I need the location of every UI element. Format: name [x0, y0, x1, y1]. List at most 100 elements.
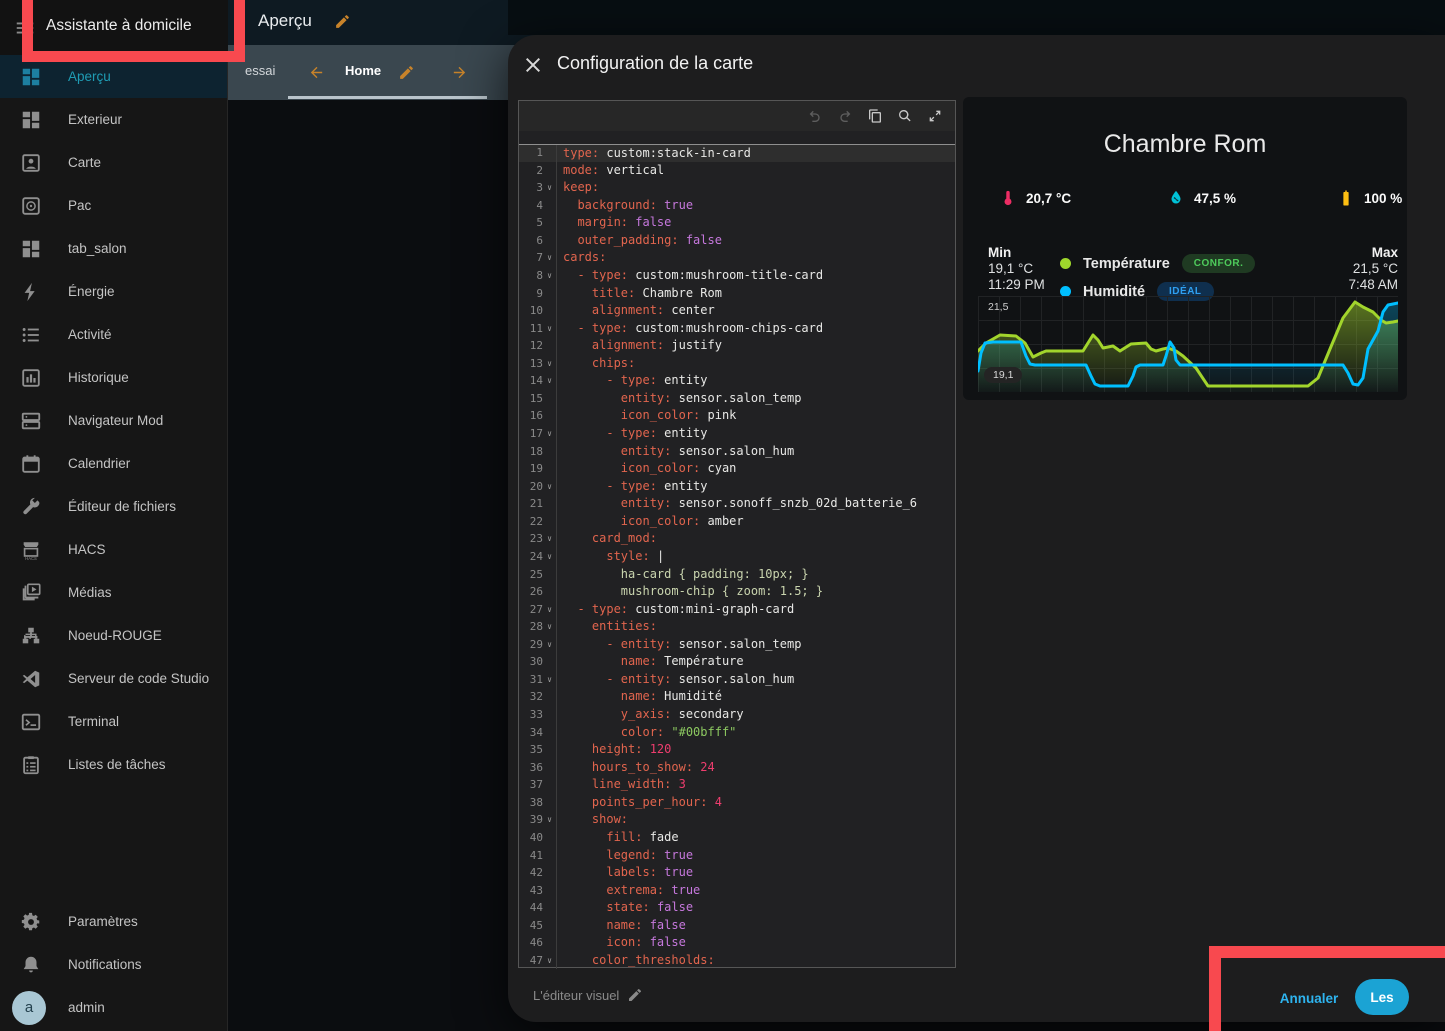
code-line-31[interactable]: 31∨ - entity: sensor.salon_hum [519, 671, 955, 689]
code-line-45[interactable]: 45 name: false [519, 917, 955, 935]
tab-essai[interactable]: essai [245, 63, 275, 78]
fold-arrow-icon[interactable]: ∨ [543, 530, 556, 548]
visual-editor-toggle[interactable]: L'éditeur visuel [533, 987, 643, 1003]
code-line-12[interactable]: 12 alignment: justify [519, 337, 955, 355]
sidebar-item-7[interactable]: Historique [0, 356, 227, 399]
tab-home[interactable]: Home [345, 63, 381, 78]
sidebar-item-4[interactable]: tab_salon [0, 227, 227, 270]
code-line-22[interactable]: 22 icon_color: amber [519, 513, 955, 531]
fold-arrow-icon[interactable]: ∨ [543, 811, 556, 829]
copy-icon[interactable] [867, 108, 883, 124]
code-line-44[interactable]: 44 state: false [519, 899, 955, 917]
code-line-26[interactable]: 26 mushroom-chip { zoom: 1.5; } [519, 583, 955, 601]
code-line-36[interactable]: 36 hours_to_show: 24 [519, 759, 955, 777]
sidebar-item-11[interactable]: HACSHACS [0, 528, 227, 571]
code-line-34[interactable]: 34 color: "#00bfff" [519, 724, 955, 742]
code-line-38[interactable]: 38 points_per_hour: 4 [519, 794, 955, 812]
fold-arrow-icon[interactable]: ∨ [543, 548, 556, 566]
code-line-10[interactable]: 10 alignment: center [519, 302, 955, 320]
code-line-21[interactable]: 21 entity: sensor.sonoff_snzb_02d_batter… [519, 495, 955, 513]
code-line-5[interactable]: 5 margin: false [519, 214, 955, 232]
fold-arrow-icon[interactable]: ∨ [543, 355, 556, 373]
arrow-left-icon[interactable] [308, 64, 325, 81]
chip-1[interactable]: 47,5 % [1167, 189, 1236, 207]
undo-icon[interactable] [807, 108, 823, 124]
code-line-33[interactable]: 33 y_axis: secondary [519, 706, 955, 724]
sidebar-footer-item-1[interactable]: Notifications [0, 943, 228, 986]
chip-2[interactable]: 100 % [1337, 189, 1402, 207]
code-line-32[interactable]: 32 name: Humidité [519, 688, 955, 706]
sidebar-item-6[interactable]: Activité [0, 313, 227, 356]
code-line-29[interactable]: 29∨ - entity: sensor.salon_temp [519, 636, 955, 654]
fold-arrow-icon[interactable]: ∨ [543, 372, 556, 390]
code-line-28[interactable]: 28∨ entities: [519, 618, 955, 636]
sidebar-item-15[interactable]: Terminal [0, 700, 227, 743]
expand-icon[interactable] [927, 108, 943, 124]
code-line-42[interactable]: 42 labels: true [519, 864, 955, 882]
fold-arrow-icon[interactable]: ∨ [543, 618, 556, 636]
sidebar-item-user[interactable]: a admin [0, 986, 228, 1029]
sidebar-footer-item-0[interactable]: Paramètres [0, 900, 228, 943]
code-line-35[interactable]: 35 height: 120 [519, 741, 955, 759]
code-line-24[interactable]: 24∨ style: | [519, 548, 955, 566]
code-line-47[interactable]: 47∨ color_thresholds: [519, 952, 955, 970]
code-line-6[interactable]: 6 outer_padding: false [519, 232, 955, 250]
code-line-20[interactable]: 20∨ - type: entity [519, 478, 955, 496]
code-line-14[interactable]: 14∨ - type: entity [519, 372, 955, 390]
code-line-25[interactable]: 25 ha-card { padding: 10px; } [519, 566, 955, 584]
code-line-2[interactable]: 2mode: vertical [519, 162, 955, 180]
sidebar-item-10[interactable]: Éditeur de fichiers [0, 485, 227, 528]
yaml-editor[interactable]: 1type: custom:stack-in-card2mode: vertic… [518, 100, 956, 968]
sidebar-item-5[interactable]: Énergie [0, 270, 227, 313]
edit-pencil-icon[interactable] [334, 13, 351, 30]
code-line-11[interactable]: 11∨ - type: custom:mushroom-chips-card [519, 320, 955, 338]
fold-arrow-icon[interactable]: ∨ [543, 636, 556, 654]
code-line-27[interactable]: 27∨ - type: custom:mini-graph-card [519, 601, 955, 619]
sidebar-item-12[interactable]: Médias [0, 571, 227, 614]
code-line-19[interactable]: 19 icon_color: cyan [519, 460, 955, 478]
close-icon[interactable] [521, 53, 545, 77]
code-line-13[interactable]: 13∨ chips: [519, 355, 955, 373]
sidebar-item-13[interactable]: Noeud-ROUGE [0, 614, 227, 657]
code-line-15[interactable]: 15 entity: sensor.salon_temp [519, 390, 955, 408]
fold-arrow-icon[interactable]: ∨ [543, 320, 556, 338]
code-line-40[interactable]: 40 fill: fade [519, 829, 955, 847]
fold-arrow-icon[interactable]: ∨ [543, 478, 556, 496]
code-line-41[interactable]: 41 legend: true [519, 847, 955, 865]
sidebar-item-16[interactable]: Listes de tâches [0, 743, 227, 786]
code-line-46[interactable]: 46 icon: false [519, 934, 955, 952]
code-line-30[interactable]: 30 name: Température [519, 653, 955, 671]
code-line-7[interactable]: 7∨cards: [519, 249, 955, 267]
chip-0[interactable]: 20,7 °C [999, 189, 1071, 207]
arrow-right-icon[interactable] [451, 64, 468, 81]
fold-arrow-icon[interactable]: ∨ [543, 179, 556, 197]
sidebar-item-2[interactable]: Carte [0, 141, 227, 184]
code-line-3[interactable]: 3∨keep: [519, 179, 955, 197]
code-line-1[interactable]: 1type: custom:stack-in-card [519, 144, 955, 162]
sidebar-item-14[interactable]: Serveur de code Studio [0, 657, 227, 700]
sidebar-item-3[interactable]: Pac [0, 184, 227, 227]
code-line-18[interactable]: 18 entity: sensor.salon_hum [519, 443, 955, 461]
search-icon[interactable] [897, 108, 913, 124]
sidebar-item-1[interactable]: Exterieur [0, 98, 227, 141]
code-line-39[interactable]: 39∨ show: [519, 811, 955, 829]
code-line-37[interactable]: 37 line_width: 3 [519, 776, 955, 794]
fold-arrow-icon[interactable]: ∨ [543, 249, 556, 267]
code-line-43[interactable]: 43 extrema: true [519, 882, 955, 900]
code-area[interactable]: 1type: custom:stack-in-card2mode: vertic… [519, 131, 955, 980]
fold-arrow-icon[interactable]: ∨ [543, 952, 556, 970]
code-line-9[interactable]: 9 title: Chambre Rom [519, 285, 955, 303]
edit-pencil-icon[interactable] [398, 64, 415, 81]
fold-arrow-icon[interactable]: ∨ [543, 267, 556, 285]
code-line-8[interactable]: 8∨ - type: custom:mushroom-title-card [519, 267, 955, 285]
code-line-17[interactable]: 17∨ - type: entity [519, 425, 955, 443]
sidebar-item-9[interactable]: Calendrier [0, 442, 227, 485]
sidebar-item-8[interactable]: Navigateur Mod [0, 399, 227, 442]
code-line-16[interactable]: 16 icon_color: pink [519, 407, 955, 425]
fold-arrow-icon[interactable]: ∨ [543, 671, 556, 689]
fold-arrow-icon[interactable]: ∨ [543, 425, 556, 443]
code-line-4[interactable]: 4 background: true [519, 197, 955, 215]
code-line-23[interactable]: 23∨ card_mod: [519, 530, 955, 548]
redo-icon[interactable] [837, 108, 853, 124]
fold-arrow-icon[interactable]: ∨ [543, 601, 556, 619]
